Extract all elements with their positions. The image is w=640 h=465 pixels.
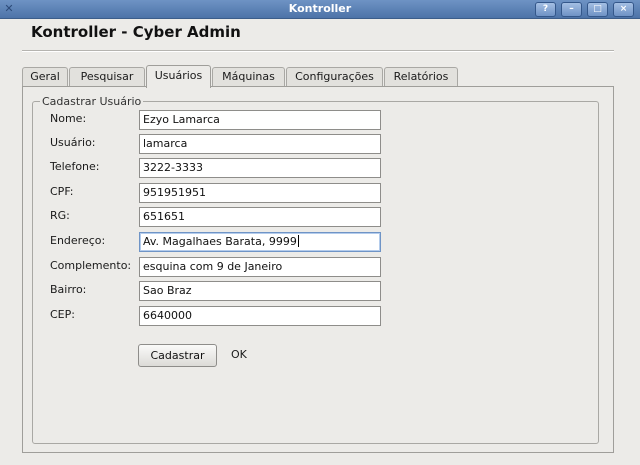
- minimize-button[interactable]: –: [561, 2, 582, 17]
- cadastrar-button[interactable]: Cadastrar: [138, 344, 217, 367]
- cep-field[interactable]: 6640000: [139, 306, 381, 326]
- status-text: OK: [231, 348, 247, 361]
- tab-usuarios[interactable]: Usuários: [146, 65, 211, 88]
- endereco-value: Av. Magalhaes Barata, 9999: [143, 235, 297, 248]
- text-caret: [297, 235, 299, 247]
- rg-field[interactable]: 651651: [139, 207, 381, 227]
- cep-label: CEP:: [50, 308, 75, 321]
- app-window: ✕ Kontroller ? – □ × Kontroller - Cyber …: [0, 0, 640, 465]
- usuario-field[interactable]: lamarca: [139, 134, 381, 154]
- nome-field[interactable]: Ezyo Lamarca: [139, 110, 381, 130]
- endereco-field[interactable]: Av. Magalhaes Barata, 9999: [139, 232, 381, 252]
- usuario-label: Usuário:: [50, 136, 96, 149]
- title-bar[interactable]: ✕ Kontroller ? – □ ×: [0, 0, 640, 19]
- tab-geral[interactable]: Geral: [22, 67, 68, 87]
- page-title: Kontroller - Cyber Admin: [31, 23, 241, 41]
- cpf-field[interactable]: 951951951: [139, 183, 381, 203]
- close-button[interactable]: ×: [613, 2, 634, 17]
- help-button[interactable]: ?: [535, 2, 556, 17]
- tab-pesquisar[interactable]: Pesquisar: [69, 67, 145, 87]
- tab-maquinas[interactable]: Máquinas: [212, 67, 285, 87]
- telefone-field[interactable]: 3222-3333: [139, 158, 381, 178]
- tab-relatorios[interactable]: Relatórios: [384, 67, 458, 87]
- header-divider: [22, 50, 614, 52]
- maximize-button[interactable]: □: [587, 2, 608, 17]
- telefone-label: Telefone:: [50, 160, 100, 173]
- complemento-field[interactable]: esquina com 9 de Janeiro: [139, 257, 381, 277]
- group-legend: Cadastrar Usuário: [40, 95, 144, 108]
- cpf-label: CPF:: [50, 185, 74, 198]
- bairro-field[interactable]: Sao Braz: [139, 281, 381, 301]
- endereco-label: Endereço:: [50, 234, 106, 247]
- nome-label: Nome:: [50, 112, 87, 125]
- tab-configuracoes[interactable]: Configurações: [286, 67, 383, 87]
- bairro-label: Bairro:: [50, 283, 87, 296]
- complemento-label: Complemento:: [50, 259, 132, 272]
- rg-label: RG:: [50, 209, 70, 222]
